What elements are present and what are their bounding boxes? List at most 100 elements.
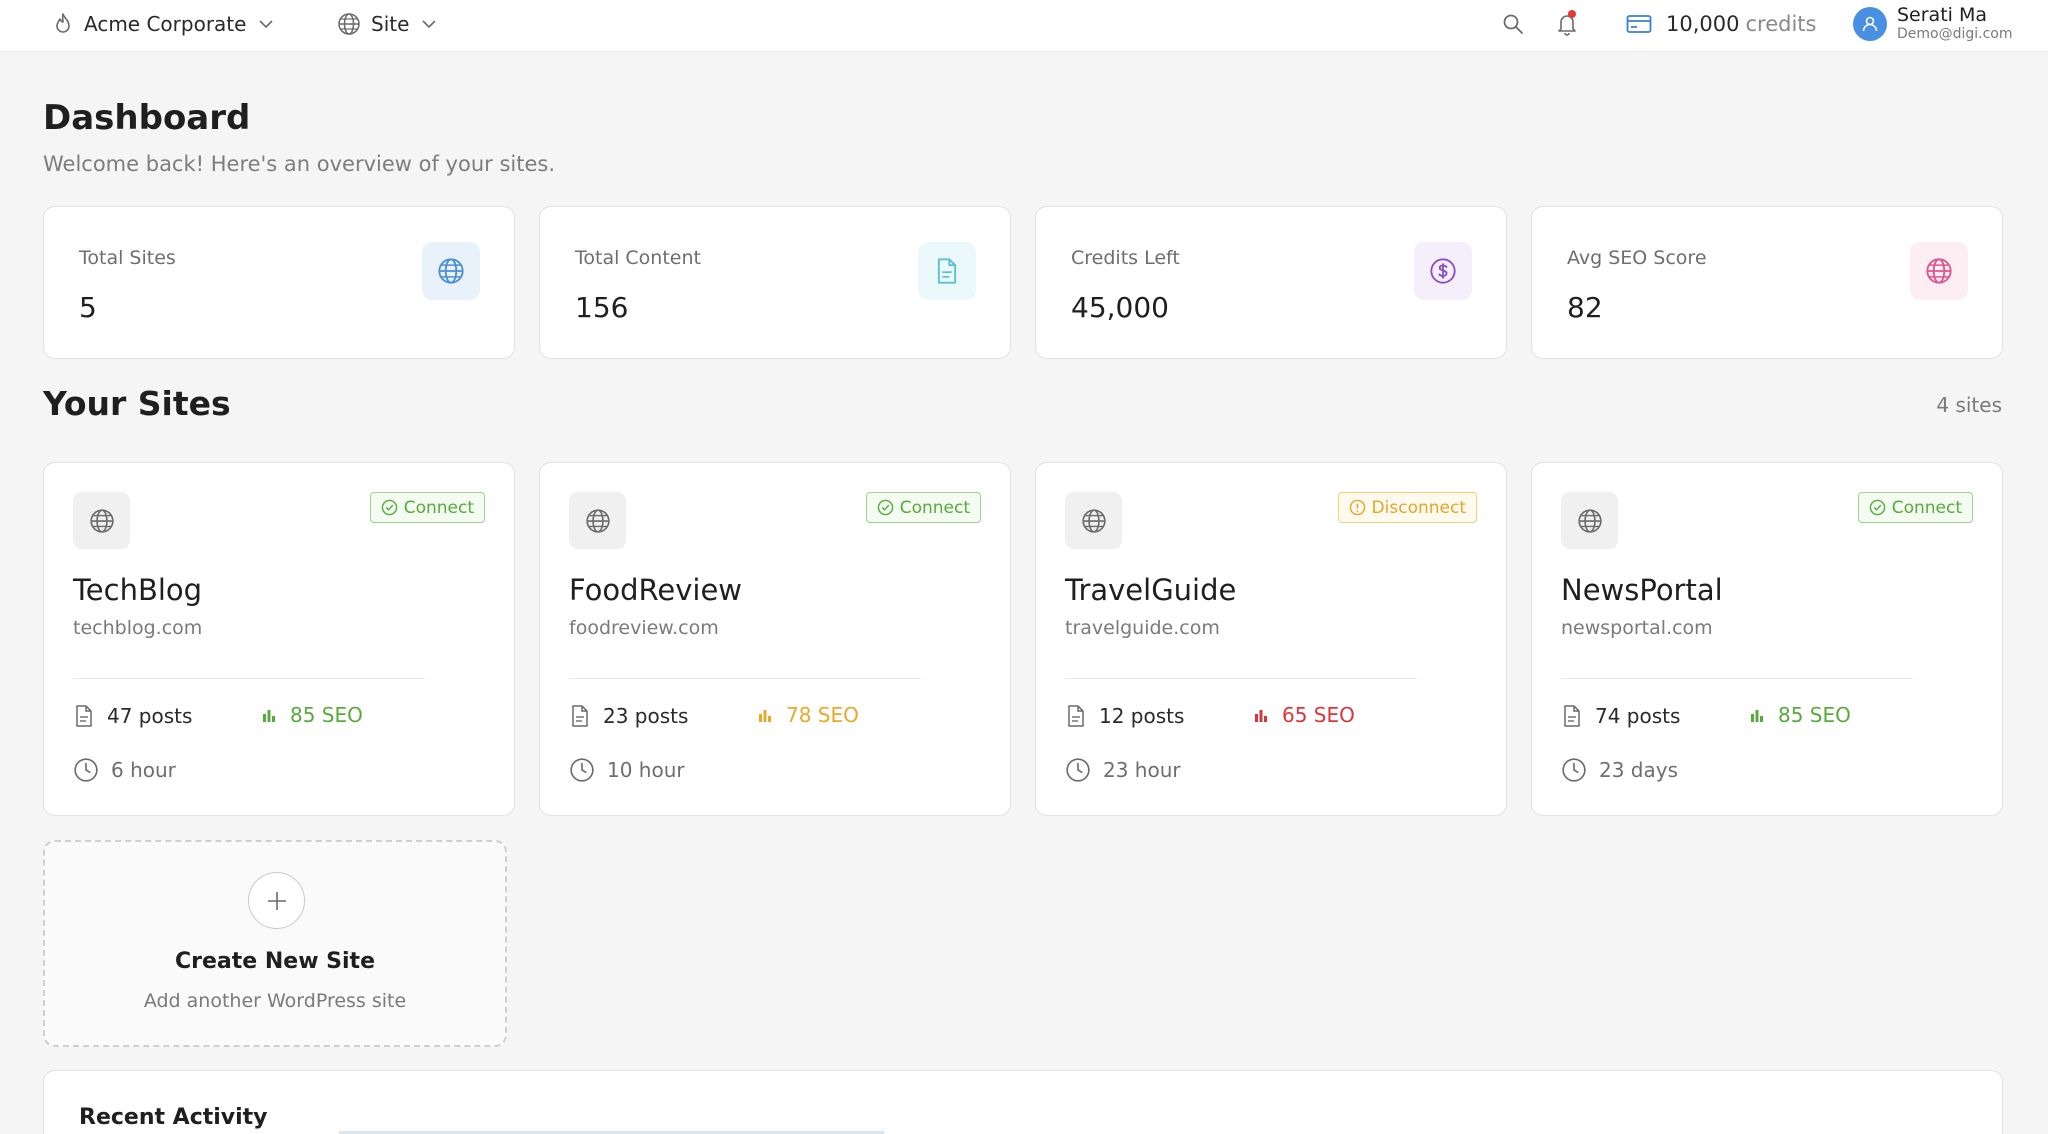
posts-count: 12 posts [1099, 704, 1185, 728]
sites-count: 4 sites [1936, 393, 2002, 417]
check-circle-icon [1869, 499, 1886, 516]
time-label: 10 hour [607, 758, 685, 782]
chevron-down-icon [421, 19, 437, 29]
site-domain: travelguide.com [1065, 617, 1220, 639]
posts-count: 47 posts [107, 704, 193, 728]
time-label: 23 hour [1103, 758, 1181, 782]
bell-icon [1556, 10, 1578, 36]
status-label: Connect [899, 497, 970, 518]
stat-card-credits-left: Credits Left 45,000 [1035, 206, 1507, 359]
site-name: TechBlog [73, 573, 203, 607]
clock-icon [569, 757, 595, 783]
clock-icon [73, 757, 99, 783]
seo-score: 65 SEO [1282, 703, 1355, 727]
site-card-travelguide[interactable]: Disconnect TravelGuide travelguide.com 1… [1035, 462, 1507, 816]
seo-score: 85 SEO [290, 703, 363, 727]
stat-value: 5 [79, 291, 97, 324]
site-selector-label: Site [371, 12, 410, 36]
section-title: Your Sites [43, 384, 231, 423]
time-label: 23 days [1599, 758, 1679, 782]
divider [73, 678, 425, 679]
dollar-icon [1414, 242, 1472, 300]
page-subtitle: Welcome back! Here's an overview of your… [43, 152, 555, 176]
search-icon [1502, 13, 1524, 35]
site-domain: newsportal.com [1561, 617, 1713, 639]
document-icon [569, 703, 591, 729]
stat-value: 45,000 [1071, 291, 1169, 324]
check-circle-icon [381, 499, 398, 516]
globe-icon [1910, 242, 1968, 300]
seo-score: 78 SEO [786, 703, 859, 727]
site-domain: techblog.com [73, 617, 203, 639]
last-updated: 23 hour [1065, 757, 1181, 783]
create-site-subtitle: Add another WordPress site [143, 990, 407, 1012]
stat-label: Total Sites [79, 247, 176, 269]
site-name: TravelGuide [1065, 573, 1237, 607]
status-badge: Connect [865, 492, 981, 523]
seo-stat: 85 SEO [1750, 703, 1851, 727]
notifications-button[interactable] [1556, 0, 1578, 48]
user-icon [1861, 15, 1879, 33]
seo-stat: 85 SEO [262, 703, 363, 727]
last-updated: 23 days [1561, 757, 1678, 783]
site-card-foodreview[interactable]: Connect FoodReview foodreview.com 23 pos… [539, 462, 1011, 816]
document-icon [918, 242, 976, 300]
page-title: Dashboard [43, 98, 251, 138]
status-label: Disconnect [1371, 497, 1466, 518]
last-updated: 10 hour [569, 757, 685, 783]
create-new-site-button[interactable]: Create New Site Add another WordPress si… [43, 840, 507, 1047]
status-badge: Disconnect [1337, 492, 1477, 523]
org-name: Acme Corporate [84, 12, 247, 36]
stat-label: Avg SEO Score [1567, 247, 1707, 269]
credits-display[interactable]: 10,000 credits [1626, 0, 1816, 48]
site-name: NewsPortal [1561, 573, 1723, 607]
document-icon [73, 703, 95, 729]
chevron-down-icon [258, 19, 274, 29]
status-badge: Connect [369, 492, 485, 523]
posts-stat: 23 posts [569, 703, 688, 729]
seo-stat: 78 SEO [758, 703, 859, 727]
posts-stat: 47 posts [73, 703, 192, 729]
recent-activity-title: Recent Activity [79, 1105, 268, 1130]
alert-circle-icon [1349, 499, 1366, 516]
time-label: 6 hour [111, 758, 176, 782]
bar-chart-icon [1254, 708, 1268, 722]
avatar [1853, 7, 1887, 41]
recent-activity-panel: Recent Activity [43, 1070, 2003, 1134]
create-site-title: Create New Site [175, 949, 375, 974]
site-selector[interactable]: Site [337, 0, 437, 48]
globe-icon [569, 492, 626, 549]
top-bar: Acme Corporate Site 10,000 credits Serat… [0, 0, 2048, 52]
flame-icon [52, 12, 74, 36]
globe-icon [1065, 492, 1122, 549]
site-domain: foodreview.com [569, 617, 719, 639]
user-name: Serati Ma [1897, 4, 1988, 27]
divider [1065, 678, 1417, 679]
stat-value: 156 [575, 291, 629, 324]
status-badge: Connect [1857, 492, 1973, 523]
last-updated: 6 hour [73, 757, 176, 783]
globe-icon [73, 492, 130, 549]
globe-icon [422, 242, 480, 300]
posts-count: 23 posts [603, 704, 689, 728]
credits-amount: 10,000 [1666, 12, 1740, 36]
org-selector[interactable]: Acme Corporate [52, 0, 274, 48]
notification-dot [1568, 10, 1576, 18]
bar-chart-icon [758, 708, 772, 722]
check-circle-icon [877, 499, 894, 516]
bar-chart-icon [262, 708, 276, 722]
status-label: Connect [1891, 497, 1962, 518]
globe-icon [1561, 492, 1618, 549]
stat-card-total-sites: Total Sites 5 [43, 206, 515, 359]
site-card-techblog[interactable]: Connect TechBlog techblog.com 47 posts 8… [43, 462, 515, 816]
divider [569, 678, 921, 679]
user-menu[interactable]: Serati Ma Demo@digi.com [1853, 0, 2013, 48]
search-button[interactable] [1502, 0, 1524, 48]
credit-card-icon [1626, 14, 1652, 34]
seo-score: 85 SEO [1778, 703, 1851, 727]
site-card-newsportal[interactable]: Connect NewsPortal newsportal.com 74 pos… [1531, 462, 2003, 816]
posts-count: 74 posts [1595, 704, 1681, 728]
credits-unit: credits [1745, 12, 1817, 36]
site-name: FoodReview [569, 573, 743, 607]
posts-stat: 12 posts [1065, 703, 1184, 729]
